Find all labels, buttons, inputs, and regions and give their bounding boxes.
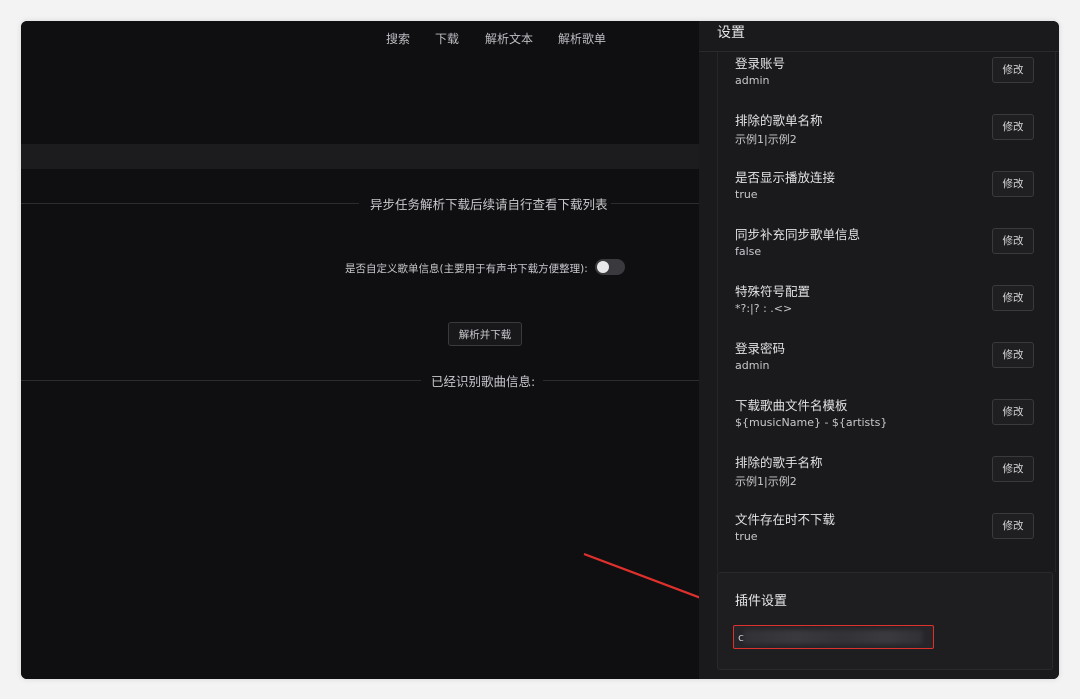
setting-label: 下载歌曲文件名模板: [735, 398, 848, 413]
edit-button[interactable]: 修改: [992, 114, 1034, 140]
setting-item-special-symbols: 特殊符号配置 *?:|? : .<> 修改: [717, 280, 1054, 337]
setting-item-login-account: 登录账号 admin 修改: [717, 52, 1054, 109]
setting-label: 登录密码: [735, 341, 786, 356]
custom-info-toggle[interactable]: [595, 259, 625, 275]
setting-item-show-play-link: 是否显示播放连接 true 修改: [717, 166, 1054, 223]
custom-info-row: 是否自定义歌单信息(主要用于有声书下载方便整理):: [21, 259, 699, 277]
top-nav: 搜索 下载 解析文本 解析歌单: [21, 30, 699, 50]
recognized-divider: 已经识别歌曲信息:: [21, 370, 699, 390]
plugin-settings-input[interactable]: [733, 625, 934, 649]
app-window: 搜索 下载 解析文本 解析歌单 异步任务解析下载后续请自行查看下载列表 是否自定…: [21, 21, 1059, 679]
edit-button[interactable]: 修改: [992, 456, 1034, 482]
setting-label: 登录账号: [735, 56, 786, 71]
setting-value: true: [735, 188, 758, 201]
setting-value: 示例1|示例2: [735, 475, 797, 488]
setting-value: ${musicName} - ${artists}: [735, 416, 888, 429]
setting-value: admin: [735, 74, 770, 87]
setting-item-excluded-playlists: 排除的歌单名称 示例1|示例2 修改: [717, 109, 1054, 166]
recognized-title: 已经识别歌曲信息:: [431, 374, 536, 389]
setting-value: admin: [735, 359, 770, 372]
parse-download-button[interactable]: 解析并下载: [448, 322, 522, 346]
setting-value: true: [735, 530, 758, 543]
setting-item-skip-existing: 文件存在时不下载 true 修改: [717, 508, 1054, 565]
toggle-knob: [597, 261, 609, 273]
async-notice: 异步任务解析下载后续请自行查看下载列表: [370, 197, 608, 212]
plugin-settings-card: 插件设置: [717, 572, 1053, 670]
setting-label: 同步补充同步歌单信息: [735, 227, 861, 242]
setting-value: *?:|? : .<>: [735, 302, 793, 315]
setting-item-excluded-artists: 排除的歌手名称 示例1|示例2 修改: [717, 451, 1054, 508]
nav-parse-text[interactable]: 解析文本: [485, 30, 533, 47]
plugin-settings-title: 插件设置: [735, 594, 788, 609]
nav-parse-playlist[interactable]: 解析歌单: [558, 30, 606, 47]
custom-info-label: 是否自定义歌单信息(主要用于有声书下载方便整理):: [345, 263, 588, 275]
settings-drawer: 设置 登录账号 admin 修改 排除的歌单名称 示例1|示例2 修改 是否显示…: [699, 21, 1059, 679]
setting-label: 排除的歌手名称: [735, 455, 823, 470]
setting-item-login-password: 登录密码 admin 修改: [717, 337, 1054, 394]
edit-button[interactable]: 修改: [992, 228, 1034, 254]
red-arrow-annotation: [583, 552, 699, 599]
async-notice-divider: 异步任务解析下载后续请自行查看下载列表: [21, 193, 699, 213]
edit-button[interactable]: 修改: [992, 342, 1034, 368]
drawer-header: 设置: [699, 21, 1059, 52]
drawer-title: 设置: [717, 25, 745, 41]
setting-label: 排除的歌单名称: [735, 113, 823, 128]
nav-search[interactable]: 搜索: [386, 30, 410, 47]
edit-button[interactable]: 修改: [992, 171, 1034, 197]
setting-label: 特殊符号配置: [735, 284, 811, 299]
setting-value: false: [735, 245, 762, 258]
edit-button[interactable]: 修改: [992, 399, 1034, 425]
setting-item-sync-playlist-info: 同步补充同步歌单信息 false 修改: [717, 223, 1054, 280]
setting-item-filename-template: 下载歌曲文件名模板 ${musicName} - ${artists} 修改: [717, 394, 1054, 451]
edit-button[interactable]: 修改: [992, 285, 1034, 311]
edit-button[interactable]: 修改: [992, 513, 1034, 539]
main-panel: 搜索 下载 解析文本 解析歌单 异步任务解析下载后续请自行查看下载列表 是否自定…: [21, 21, 699, 679]
setting-label: 文件存在时不下载: [735, 512, 836, 527]
edit-button[interactable]: 修改: [992, 57, 1034, 83]
setting-label: 是否显示播放连接: [735, 170, 836, 185]
nav-download[interactable]: 下载: [435, 30, 459, 47]
section-band: [21, 144, 699, 169]
setting-value: 示例1|示例2: [735, 133, 797, 146]
